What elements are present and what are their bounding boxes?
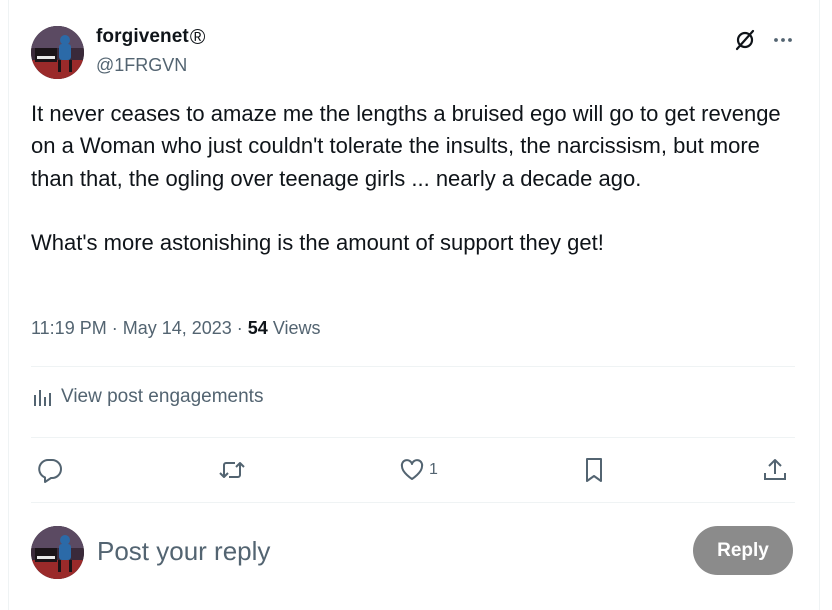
post-date[interactable]: May 14, 2023 xyxy=(123,318,232,339)
repost-button[interactable] xyxy=(218,455,246,485)
reply-icon xyxy=(38,459,62,483)
repost-icon xyxy=(219,462,245,478)
like-count: 1 xyxy=(429,461,438,478)
reply-input[interactable] xyxy=(97,533,657,569)
post-time[interactable]: 11:19 PM xyxy=(31,318,107,339)
current-user-avatar[interactable] xyxy=(31,526,84,579)
bar-chart-icon xyxy=(34,390,51,406)
like-button[interactable]: 1 xyxy=(398,455,438,485)
meta-separator: · xyxy=(106,318,123,338)
author-display-name[interactable]: forgivenet xyxy=(96,26,189,48)
piano-player-avatar-icon xyxy=(31,526,84,579)
views-count: 54 xyxy=(247,318,268,338)
meta-separator: · xyxy=(231,318,248,338)
view-engagements-link[interactable]: View post engagements xyxy=(31,386,263,408)
more-icon[interactable] xyxy=(771,28,795,52)
post-meta: 11:19 PM · May 14, 2023 · 54 Views xyxy=(31,318,321,339)
bookmark-icon xyxy=(586,458,602,482)
reply-button[interactable] xyxy=(36,455,64,485)
author-name-row[interactable]: forgivenet ® xyxy=(96,26,205,48)
author-avatar[interactable] xyxy=(31,26,84,79)
view-engagements-label: View post engagements xyxy=(61,386,264,407)
post-container xyxy=(8,0,820,610)
divider xyxy=(31,502,795,503)
reply-submit-button[interactable]: Reply xyxy=(693,526,793,575)
share-button[interactable] xyxy=(761,455,789,485)
piano-player-avatar-icon xyxy=(31,26,84,79)
bookmark-button[interactable] xyxy=(580,455,608,485)
registered-mark: ® xyxy=(189,25,206,49)
like-icon xyxy=(400,459,424,480)
share-icon xyxy=(764,459,786,480)
divider xyxy=(31,366,795,367)
author-handle[interactable]: @1FRGVN xyxy=(96,55,187,76)
post-text: It never ceases to amaze me the lengths … xyxy=(31,101,781,256)
views-label: Views xyxy=(267,318,321,338)
grok-icon[interactable] xyxy=(733,28,757,52)
divider xyxy=(31,437,795,438)
